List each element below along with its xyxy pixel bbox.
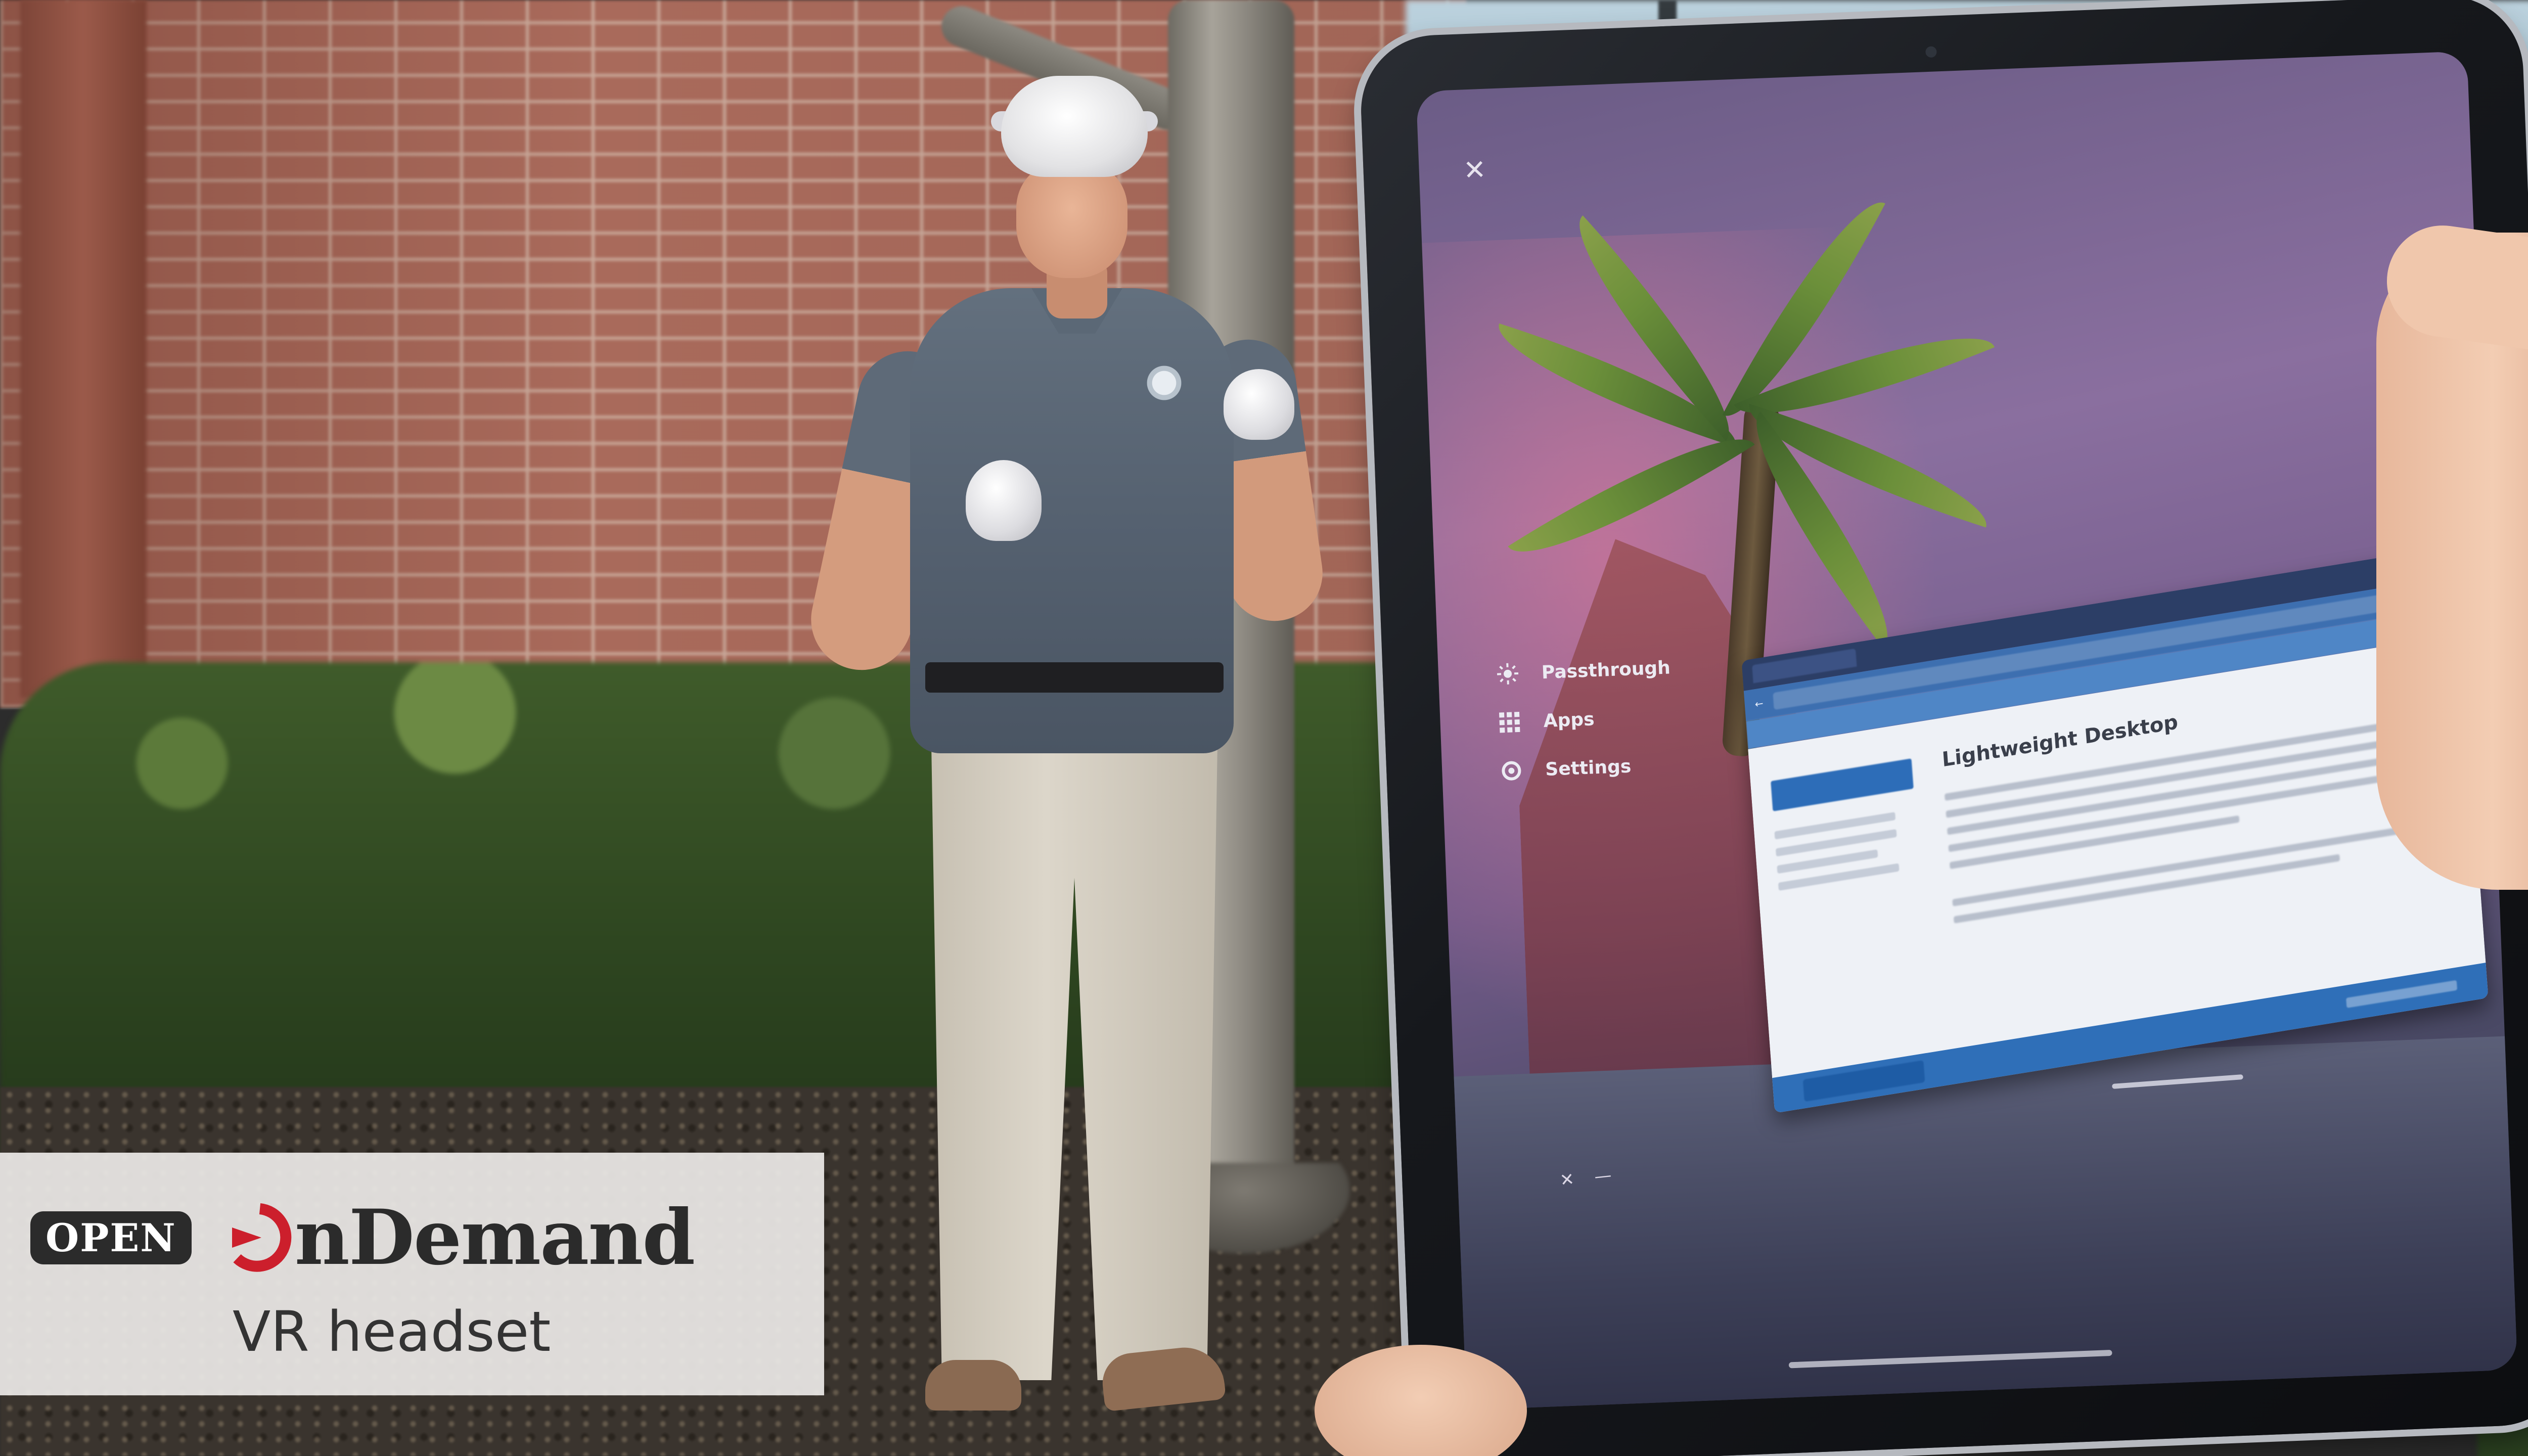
vr-ground — [1454, 1036, 2518, 1410]
open-ondemand-logo: OPEN nDemand — [30, 1193, 695, 1282]
brand-name: nDemand — [294, 1193, 695, 1282]
close-window-icon[interactable]: ✕ — [1559, 1169, 1575, 1191]
photo-scene: ✕ Passthrough Apps Settings ← Lightweigh… — [0, 0, 2528, 1456]
tablet-screen: ✕ Passthrough Apps Settings ← Lightweigh… — [1416, 51, 2518, 1410]
tablet-device: ✕ Passthrough Apps Settings ← Lightweigh… — [1358, 0, 2528, 1456]
back-icon[interactable]: ← — [1754, 697, 1764, 711]
vr-side-menu: Passthrough Apps Settings — [1493, 642, 1711, 796]
ondemand-arrow-icon — [232, 1203, 291, 1272]
shoe — [925, 1360, 1021, 1410]
close-icon[interactable]: ✕ — [1459, 154, 1491, 187]
gear-icon — [1497, 757, 1525, 785]
lower-third-caption: OPEN nDemand VR headset — [0, 1153, 824, 1395]
minimize-window-icon[interactable]: — — [1593, 1165, 1612, 1187]
open-badge: OPEN — [30, 1211, 192, 1264]
vr-controller-right — [1224, 369, 1294, 440]
vr-menu-label: Settings — [1545, 756, 1632, 780]
vr-menu-item-passthrough[interactable]: Passthrough — [1493, 642, 1707, 699]
shirt-logo-icon — [1140, 359, 1188, 407]
pants — [930, 682, 1218, 1380]
vr-menu-label: Apps — [1543, 708, 1595, 732]
passthrough-icon — [1494, 660, 1522, 688]
face — [1016, 162, 1127, 278]
vr-controller-left — [966, 460, 1042, 541]
apps-grid-icon — [1496, 708, 1524, 737]
tablet-camera — [1925, 46, 1937, 58]
footer-link[interactable] — [2346, 980, 2458, 1008]
page-sidebar — [1771, 757, 1930, 900]
caption-subtitle: VR headset — [233, 1299, 551, 1364]
belt — [925, 662, 1224, 693]
vr-menu-item-settings[interactable]: Settings — [1497, 739, 1711, 796]
text-line — [1947, 757, 2382, 835]
brick-pillar — [20, 0, 147, 698]
vr-menu-label: Passthrough — [1541, 657, 1671, 683]
text-line — [1953, 854, 2340, 924]
page-sidebar-button[interactable] — [1771, 758, 1914, 811]
person-with-vr-headset — [779, 76, 1335, 1441]
vr-headset — [1001, 76, 1148, 177]
vr-menu-item-apps[interactable]: Apps — [1495, 691, 1709, 747]
